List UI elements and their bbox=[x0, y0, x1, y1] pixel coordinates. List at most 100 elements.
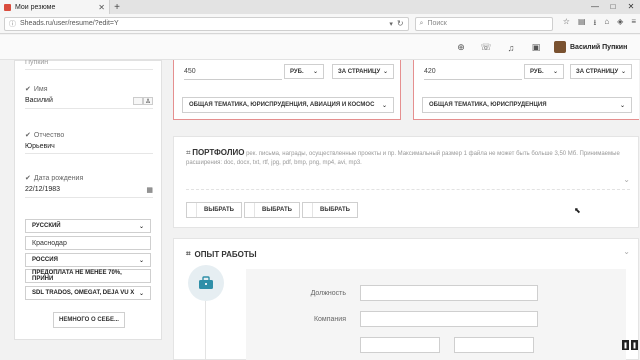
chat-icon[interactable]: ☏ bbox=[477, 40, 495, 55]
search-placeholder: Поиск bbox=[427, 20, 447, 27]
chevron-down-icon: ⌄ bbox=[312, 69, 318, 75]
patronymic-field[interactable]: ✔ Отчество Юрьевич bbox=[25, 131, 153, 154]
payment-select[interactable]: ПРЕДОПЛАТА НЕ МЕНЕЕ 70%, ПРИНИ bbox=[25, 269, 151, 283]
chevron-down-icon: ⌄ bbox=[382, 69, 388, 75]
pause-icon[interactable]: ❚ bbox=[622, 340, 629, 350]
company-row: Компания bbox=[286, 311, 538, 327]
portfolio-description: рек. письма, награды, осуществленные про… bbox=[186, 151, 620, 166]
unit-select[interactable]: ЗА СТРАНИЦУ ⌄ bbox=[570, 64, 632, 79]
toggle-off[interactable] bbox=[133, 97, 143, 105]
url-text: Sheads.ru/user/resume/?edit=Y bbox=[20, 20, 119, 27]
upload-slot[interactable]: ВЫБРАТЬ bbox=[186, 202, 242, 218]
upload-preview bbox=[303, 203, 313, 217]
unit-select[interactable]: ЗА СТРАНИЦУ ⌄ bbox=[332, 64, 394, 79]
search-input[interactable]: ⌕ Поиск bbox=[414, 16, 553, 31]
chevron-down-icon[interactable]: ⌄ bbox=[623, 247, 630, 256]
new-tab-button[interactable]: + bbox=[110, 2, 124, 13]
reload-icon[interactable]: ↻ bbox=[397, 19, 404, 28]
choose-button[interactable]: ВЫБРАТЬ bbox=[313, 203, 357, 217]
first-name-field[interactable]: ✔ Имя Василий ♙ bbox=[25, 85, 153, 109]
country-select[interactable]: РОССИЯ ⌄ bbox=[25, 253, 151, 267]
profile-card: Пупкин ✔ Имя Василий ♙ ✔ Отчество Юрьевич … bbox=[14, 60, 162, 340]
language-select[interactable]: РУССКИЙ ⌄ bbox=[25, 219, 151, 233]
main-content: Пупкин ✔ Имя Василий ♙ ✔ Отчество Юрьевич … bbox=[0, 60, 640, 360]
topics-select[interactable]: ОБЩАЯ ТЕМАТИКА, ЮРИСПРУДЕНЦИЯ ⌄ bbox=[422, 97, 632, 113]
site-favicon-icon bbox=[4, 3, 11, 11]
gender-toggle[interactable]: ♙ bbox=[133, 97, 153, 105]
portfolio-section: ⌗ ПОРТФОЛИО рек. письма, награды, осущес… bbox=[173, 136, 639, 228]
city-input[interactable]: Краснодар bbox=[25, 236, 151, 250]
topics-select-value: ОБЩАЯ ТЕМАТИКА, ЮРИСПРУДЕНЦИЯ bbox=[429, 102, 547, 108]
currency-select[interactable]: РУБ. ⌄ bbox=[524, 64, 564, 79]
avatar bbox=[554, 41, 566, 53]
maximize-icon[interactable]: □ bbox=[604, 0, 622, 14]
bell-icon[interactable]: ♫ bbox=[502, 40, 520, 55]
choose-button[interactable]: ВЫБРАТЬ bbox=[197, 203, 241, 217]
upload-slot[interactable]: ВЫБРАТЬ bbox=[244, 202, 300, 218]
upload-preview bbox=[187, 203, 197, 217]
end-date-input[interactable] bbox=[454, 337, 534, 353]
window-controls: — □ ✕ bbox=[586, 0, 640, 14]
patronymic-value: Юрьевич bbox=[25, 143, 153, 154]
company-input[interactable] bbox=[360, 311, 538, 327]
plus-circle-icon[interactable]: ⊕ bbox=[452, 40, 470, 55]
rate-price-input[interactable]: 450 bbox=[184, 64, 282, 80]
last-name-field[interactable]: Пупкин bbox=[25, 60, 153, 70]
pause-icon[interactable]: ❚ bbox=[631, 340, 638, 350]
tab-title: Мои резюме bbox=[15, 3, 56, 11]
calendar-icon[interactable]: ▦ bbox=[146, 186, 153, 194]
upload-preview bbox=[245, 203, 255, 217]
chevron-down-icon[interactable]: ⌄ bbox=[623, 175, 630, 184]
player-controls: ❚ ❚ bbox=[622, 340, 638, 350]
topics-select[interactable]: ОБЩАЯ ТЕМАТИКА, ЮРИСПРУДЕНЦИЯ, АВИАЦИЯ И… bbox=[182, 97, 394, 113]
download-icon[interactable]: ⭳ bbox=[594, 17, 597, 31]
browser-toolbar: ⓘ Sheads.ru/user/resume/?edit=Y ▾ ↻ ⌕ По… bbox=[0, 14, 640, 34]
check-icon: ✔ bbox=[25, 86, 31, 93]
mouse-cursor-icon: ⬉ bbox=[574, 206, 581, 215]
close-window-icon[interactable]: ✕ bbox=[622, 0, 640, 14]
first-name-label: Имя bbox=[33, 85, 48, 93]
person-icon[interactable]: ♙ bbox=[143, 97, 153, 105]
experience-title: ОПЫТ РАБОТЫ bbox=[194, 249, 257, 259]
id-card-icon[interactable]: ▣ bbox=[527, 40, 545, 55]
unit-select-value: ЗА СТРАНИЦУ bbox=[576, 68, 619, 75]
choose-button[interactable]: ВЫБРАТЬ bbox=[255, 203, 299, 217]
payment-select-value: ПРЕДОПЛАТА НЕ МЕНЕЕ 70%, ПРИНИ bbox=[32, 270, 122, 282]
about-me-button[interactable]: НЕМНОГО О СЕБЕ... bbox=[53, 312, 125, 328]
menu-icon[interactable]: ≡ bbox=[631, 17, 636, 31]
timeline-line bbox=[205, 301, 206, 360]
portfolio-title: ПОРТФОЛИО bbox=[192, 148, 245, 157]
country-select-value: РОССИЯ bbox=[32, 257, 58, 263]
currency-select[interactable]: РУБ. ⌄ bbox=[284, 64, 324, 79]
tools-select[interactable]: SDL TRADOS, OMEGAT, DEJA VU X ⌄ bbox=[25, 286, 151, 300]
position-input[interactable] bbox=[360, 285, 538, 301]
minimize-icon[interactable]: — bbox=[586, 0, 604, 14]
home-icon[interactable]: ⌂ bbox=[604, 17, 609, 31]
dropdown-arrow-icon[interactable]: ▾ bbox=[389, 20, 393, 28]
user-menu[interactable]: Василий Пупкин bbox=[554, 41, 627, 53]
check-icon: ✔ bbox=[25, 175, 31, 182]
info-icon[interactable]: ⓘ bbox=[9, 19, 16, 29]
tab-close-icon[interactable]: ✕ bbox=[98, 3, 105, 12]
currency-select-value: РУБ. bbox=[530, 68, 544, 75]
city-value: Краснодар bbox=[32, 239, 67, 247]
bookmark-star-icon[interactable]: ☆ bbox=[563, 17, 570, 31]
patronymic-label: Отчество bbox=[33, 131, 65, 139]
header-actions: ⊕ ☏ ♫ ▣ bbox=[452, 40, 545, 55]
topics-select-value: ОБЩАЯ ТЕМАТИКА, ЮРИСПРУДЕНЦИЯ, АВИАЦИЯ И… bbox=[189, 102, 375, 108]
birth-date-field[interactable]: ✔ Дата рождения 22/12/1983 ▦ bbox=[25, 174, 153, 198]
shield-icon[interactable]: ◈ bbox=[617, 17, 623, 31]
position-row: Должность bbox=[286, 285, 538, 301]
library-icon[interactable]: ▤ bbox=[578, 17, 586, 31]
address-bar[interactable]: ⓘ Sheads.ru/user/resume/?edit=Y ▾ ↻ bbox=[4, 16, 409, 31]
rate-price-input[interactable]: 420 bbox=[424, 64, 522, 80]
upload-buttons: ВЫБРАТЬ ВЫБРАТЬ ВЫБРАТЬ bbox=[186, 202, 358, 218]
user-name: Василий Пупкин bbox=[570, 43, 628, 51]
browser-tab[interactable]: Мои резюме ✕ bbox=[0, 0, 110, 14]
language-select-value: РУССКИЙ bbox=[32, 223, 61, 229]
upload-slot[interactable]: ВЫБРАТЬ bbox=[302, 202, 358, 218]
start-date-input[interactable] bbox=[360, 337, 440, 353]
company-label: Компания bbox=[313, 315, 346, 323]
position-label: Должность bbox=[310, 289, 346, 297]
portfolio-header: ⌗ ПОРТФОЛИО рек. письма, награды, осущес… bbox=[186, 148, 630, 168]
